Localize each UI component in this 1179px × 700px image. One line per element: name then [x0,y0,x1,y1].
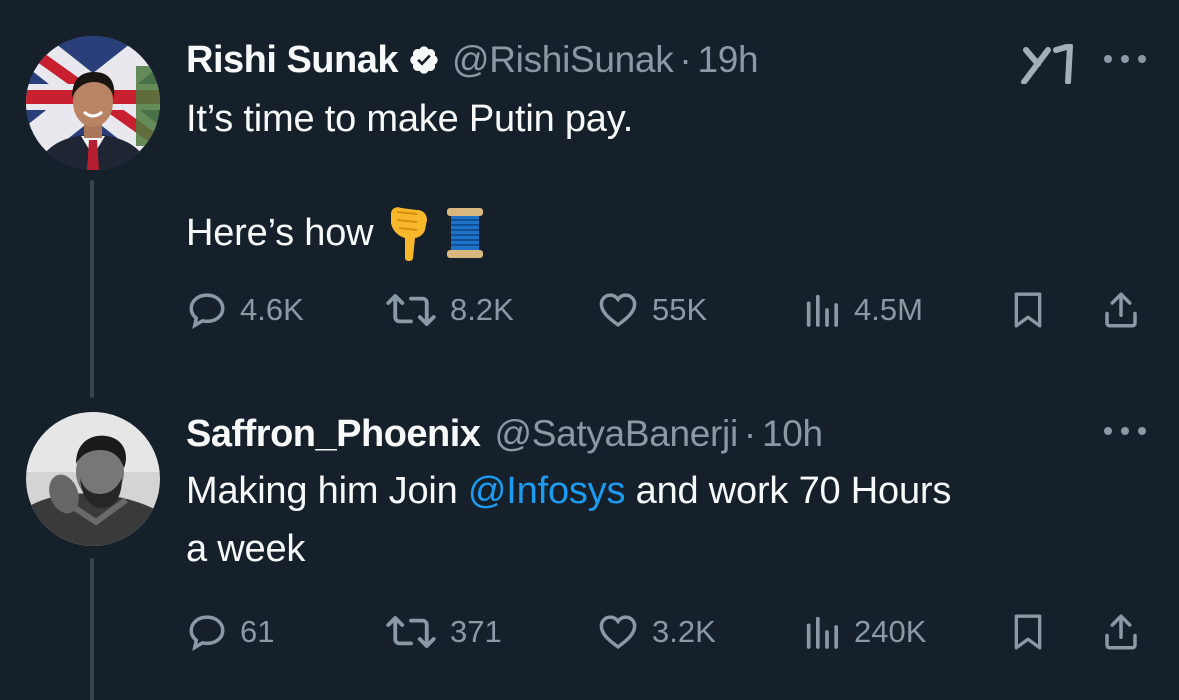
share-upload-icon [1105,292,1137,328]
separator: · [743,413,756,454]
repost-count: 371 [450,614,502,649]
tweet-text-line-2: a week [186,528,306,570]
tweet-text-after: and work 70 Hours [625,470,952,512]
pointing-down-emoji-icon [391,207,428,261]
views-button[interactable]: 240K [802,604,926,660]
bookmark-button[interactable] [1008,604,1048,660]
views-bars-icon [806,294,838,327]
share-upload-icon [1105,614,1137,650]
more-dots-icon[interactable] [1100,44,1150,74]
share-button[interactable] [1100,604,1142,660]
more-dots-icon[interactable] [1100,416,1150,446]
bookmark-button[interactable] [1008,282,1048,338]
like-button[interactable]: 3.2K [596,604,716,660]
tweet-text-line-2: Here’s how [186,204,485,262]
views-button[interactable]: 4.5M [802,282,923,338]
avatar-rishi-sunak[interactable] [26,36,160,170]
share-button[interactable] [1100,282,1142,338]
tweet-header: Rishi Sunak @RishiSunak · 19h [186,38,759,82]
tweet-saffron-phoenix[interactable]: Saffron_Phoenix @SatyaBanerji · 10h Maki… [0,390,1179,700]
tweet-rishi-sunak[interactable]: Rishi Sunak @RishiSunak · 19h It’s time … [0,0,1179,398]
tweet-header: Saffron_Phoenix @SatyaBanerji · 10h [186,412,823,456]
avatar-photo [26,412,160,546]
thread-line [90,180,94,398]
repost-arrows-icon [386,616,436,648]
reply-bubble-icon [189,615,225,651]
views-count: 4.5M [854,292,923,327]
mention-link[interactable]: @Infosys [468,470,626,512]
tweet-actions: 61 371 3.2K 240K [186,604,1156,660]
thread-line [90,558,94,700]
handle[interactable]: @RishiSunak [452,39,674,81]
separator: · [679,39,692,80]
like-count: 3.2K [652,614,716,649]
reply-button[interactable]: 4.6K [186,282,304,338]
tweet-text: Here’s how [186,212,374,254]
avatar-saffron-phoenix[interactable] [26,412,160,546]
tweet-text-before: Making him Join [186,470,468,512]
reply-bubble-icon [189,293,225,329]
grok-icon[interactable] [1018,44,1076,84]
handle[interactable]: @SatyaBanerji [494,413,738,455]
reply-count: 4.6K [240,292,304,327]
like-button[interactable]: 55K [596,282,707,338]
views-count: 240K [854,614,927,649]
repost-count: 8.2K [450,292,514,327]
heart-icon [599,293,637,328]
views-bars-icon [806,616,838,649]
display-name[interactable]: Rishi Sunak [186,39,399,82]
tweet-actions: 4.6K 8.2K 55K 4.5M [186,282,1156,338]
bookmark-icon [1014,614,1042,650]
verified-badge-icon [410,46,438,74]
reply-button[interactable]: 61 [186,604,274,660]
heart-icon [599,615,637,650]
repost-button[interactable]: 8.2K [384,282,514,338]
like-count: 55K [652,292,708,327]
tweet-text-line-1: It’s time to make Putin pay. [186,98,634,140]
repost-button[interactable]: 371 [384,604,502,660]
display-name[interactable]: Saffron_Phoenix [186,413,481,456]
avatar-photo [26,36,160,170]
reply-count: 61 [240,614,275,649]
tweet-text-line-1: Making him Join @Infosys and work 70 Hou… [186,462,951,520]
timestamp[interactable]: 19h [697,39,758,81]
bookmark-icon [1014,292,1042,328]
timestamp[interactable]: 10h [762,413,823,455]
spool-of-thread-emoji-icon [447,208,484,258]
repost-arrows-icon [386,294,436,326]
